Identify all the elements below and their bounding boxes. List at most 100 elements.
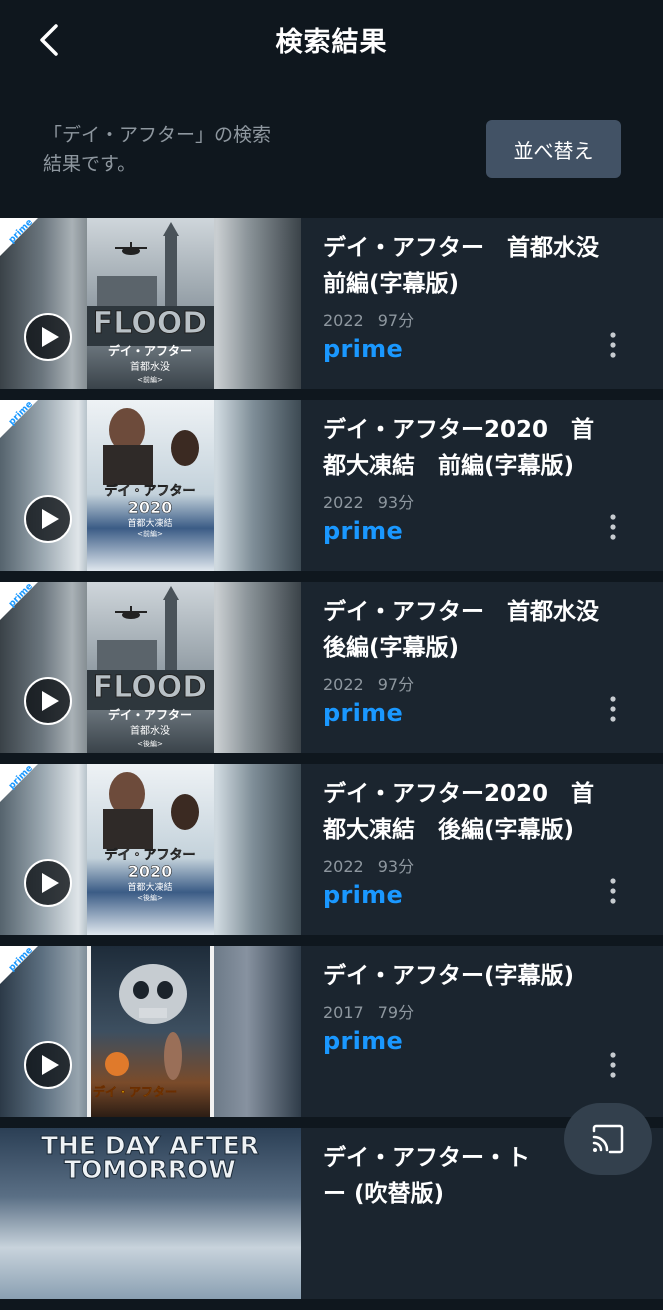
prime-corner-badge-icon: prime xyxy=(0,218,38,256)
poster-subtitle: 首都水没 xyxy=(130,724,170,737)
thumbnail[interactable]: FLOOD デイ・アフター 首都水没 <後編> prime xyxy=(0,582,301,753)
title-line: デイ・アフター2020 首 xyxy=(323,781,595,807)
release-year: 2022 xyxy=(323,857,364,876)
duration: 93分 xyxy=(377,857,415,876)
result-item[interactable]: FLOOD デイ・アフター 首都水没 <後編> prime デイ・アフター 首都… xyxy=(0,582,663,753)
play-button[interactable] xyxy=(24,495,72,543)
result-info: デイ・アフター 首都水没 前編(字幕版) 2022 97分 prime xyxy=(323,230,648,363)
title-line: 都大凍結 前編(字幕版) xyxy=(323,453,575,479)
release-year: 2022 xyxy=(323,311,364,330)
play-icon xyxy=(42,691,59,711)
duration: 79分 xyxy=(377,1003,415,1022)
result-item[interactable]: デイ・アフター prime デイ・アフター(字幕版) 2017 79分 prime xyxy=(0,946,663,1117)
result-meta: 2022 97分 xyxy=(323,307,648,331)
more-options-button[interactable] xyxy=(603,876,623,906)
prime-label: prime xyxy=(323,335,404,363)
description-line: 結果です。 xyxy=(43,153,137,175)
more-options-button[interactable] xyxy=(603,694,623,724)
cast-icon xyxy=(592,1124,624,1154)
play-button[interactable] xyxy=(24,313,72,361)
title-line: デイ・アフター2020 首 xyxy=(323,417,595,443)
title-line: デイ・アフター(字幕版) xyxy=(323,963,575,989)
poster-title: デイ・アフター xyxy=(93,1084,177,1099)
poster-subtitle: 首都大凍結 xyxy=(127,517,172,529)
prime-corner-badge-icon: prime xyxy=(0,764,38,802)
release-year: 2022 xyxy=(323,675,364,694)
poster-subtitle: <前編> xyxy=(137,375,163,384)
more-options-button[interactable] xyxy=(603,512,623,542)
poster: デイ・アフター 2020 首都大凍結 <前編> xyxy=(87,400,214,571)
more-vertical-icon xyxy=(610,878,616,904)
duration: 93分 xyxy=(377,493,415,512)
prime-corner-badge-icon: prime xyxy=(0,946,38,984)
result-item[interactable]: FLOOD デイ・アフター 首都水没 <前編> prime デイ・アフター 首都… xyxy=(0,218,663,389)
thumbnail[interactable]: デイ・アフター 2020 首都大凍結 <後編> prime xyxy=(0,764,301,935)
search-result-description: 「デイ・アフター」の検索 結果です。 xyxy=(43,121,343,179)
thumbnail[interactable]: THE DAY AFTER TOMORROW xyxy=(0,1128,301,1299)
poster-title: FLOOD xyxy=(93,670,207,705)
prime-label: prime xyxy=(323,1027,404,1055)
poster: デイ・アフター 2020 首都大凍結 <後編> xyxy=(87,764,214,935)
poster-subtitle: TOMORROW xyxy=(64,1155,236,1184)
prime-corner-badge-icon: prime xyxy=(0,400,38,438)
poster: デイ・アフター xyxy=(87,946,214,1117)
title-line: 都大凍結 後編(字幕版) xyxy=(323,817,575,843)
result-title[interactable]: デイ・アフター2020 首 都大凍結 後編(字幕版) xyxy=(323,776,648,848)
sort-button[interactable]: 並べ替え xyxy=(486,120,621,178)
poster-title: FLOOD xyxy=(93,306,207,341)
title-line: 後編(字幕版) xyxy=(323,635,460,661)
play-icon xyxy=(42,327,59,347)
prime-label: prime xyxy=(323,699,404,727)
result-title[interactable]: デイ・アフター 首都水没 前編(字幕版) xyxy=(323,230,648,302)
release-year: 2022 xyxy=(323,493,364,512)
poster-subtitle: デイ・アフター xyxy=(108,707,192,722)
play-icon xyxy=(42,509,59,529)
poster-subtitle: <前編> xyxy=(137,529,163,538)
poster-title-art: THE DAY AFTER TOMORROW xyxy=(40,1131,259,1185)
thumbnail[interactable]: FLOOD デイ・アフター 首都水没 <前編> prime xyxy=(0,218,301,389)
poster: FLOOD デイ・アフター 首都水没 <後編> xyxy=(87,582,214,753)
result-title[interactable]: デイ・アフター2020 首 都大凍結 前編(字幕版) xyxy=(323,412,648,484)
cast-button[interactable] xyxy=(564,1103,652,1175)
play-button[interactable] xyxy=(24,677,72,725)
header: 検索結果 xyxy=(0,0,663,80)
page-title: 検索結果 xyxy=(275,27,388,58)
prime-label: prime xyxy=(323,517,404,545)
duration: 97分 xyxy=(377,675,415,694)
play-icon xyxy=(42,873,59,893)
more-vertical-icon xyxy=(610,332,616,358)
result-title[interactable]: デイ・アフター(字幕版) xyxy=(323,958,648,994)
more-options-button[interactable] xyxy=(603,1050,623,1080)
result-title[interactable]: デイ・アフター 首都水没 後編(字幕版) xyxy=(323,594,648,666)
more-vertical-icon xyxy=(610,696,616,722)
result-meta: 2017 79分 xyxy=(323,999,648,1023)
results-list: FLOOD デイ・アフター 首都水没 <前編> prime デイ・アフター 首都… xyxy=(0,218,663,1310)
result-info: デイ・アフター(字幕版) 2017 79分 prime xyxy=(323,958,648,1055)
more-vertical-icon xyxy=(610,1052,616,1078)
poster-subtitle: デイ・アフター xyxy=(108,343,192,358)
prime-label: prime xyxy=(323,881,404,909)
poster-title: デイ・アフター xyxy=(104,483,195,499)
poster-subtitle: <後編> xyxy=(137,893,163,902)
poster-subtitle: 2020 xyxy=(128,862,173,881)
title-line: デイ・アフター 首都水没 xyxy=(323,235,599,261)
result-item[interactable]: デイ・アフター 2020 首都大凍結 <後編> prime デイ・アフター202… xyxy=(0,764,663,935)
more-options-button[interactable] xyxy=(603,330,623,360)
result-item[interactable]: デイ・アフター 2020 首都大凍結 <前編> prime デイ・アフター202… xyxy=(0,400,663,571)
title-line: 前編(字幕版) xyxy=(323,271,460,297)
result-meta: 2022 93分 xyxy=(323,853,648,877)
play-icon xyxy=(42,1055,59,1075)
result-info: デイ・アフター2020 首 都大凍結 前編(字幕版) 2022 93分 prime xyxy=(323,412,648,545)
poster-subtitle: <後編> xyxy=(137,739,163,748)
poster-subtitle: 2020 xyxy=(128,498,173,517)
result-meta: 2022 93分 xyxy=(323,489,648,513)
thumbnail[interactable]: デイ・アフター prime xyxy=(0,946,301,1117)
play-button[interactable] xyxy=(24,1041,72,1089)
play-button[interactable] xyxy=(24,859,72,907)
thumbnail[interactable]: デイ・アフター 2020 首都大凍結 <前編> prime xyxy=(0,400,301,571)
result-item[interactable]: THE DAY AFTER TOMORROW デイ・アフター・ト ー (吹替版) xyxy=(0,1128,663,1299)
poster-title: デイ・アフター xyxy=(104,847,195,863)
more-vertical-icon xyxy=(610,514,616,540)
description-line: 「デイ・アフター」の検索 xyxy=(43,124,272,146)
poster: FLOOD デイ・アフター 首都水没 <前編> xyxy=(87,218,214,389)
